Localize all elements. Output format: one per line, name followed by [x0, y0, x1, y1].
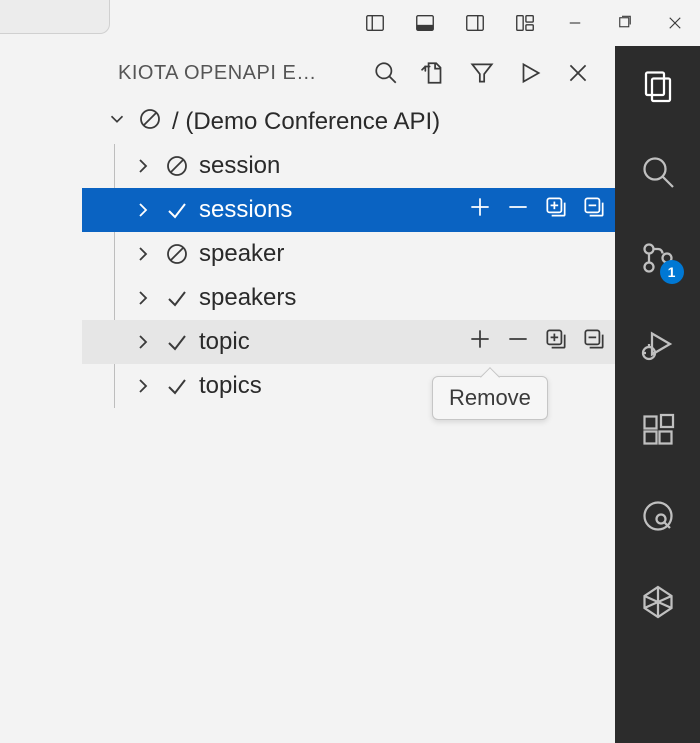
tree-row-label: session: [199, 152, 280, 180]
check-icon: [165, 198, 189, 222]
layout-panel-right-icon[interactable]: [450, 0, 500, 46]
activity-bar: 1: [615, 46, 700, 743]
tree-row-label: topics: [199, 372, 262, 400]
tree-row[interactable]: topic: [115, 320, 615, 364]
chevron-down-icon: [106, 108, 128, 137]
tree-root-row[interactable]: / (Demo Conference API): [82, 100, 615, 144]
remove-action-icon[interactable]: [505, 326, 531, 359]
titlebar-tab-stub: [0, 0, 110, 34]
chevron-right-icon: [131, 374, 155, 398]
chevron-right-icon: [131, 286, 155, 310]
remote-activity-icon[interactable]: [638, 496, 678, 536]
window-maximize-button[interactable]: [600, 0, 650, 46]
filter-icon[interactable]: [467, 58, 497, 88]
chevron-right-icon: [131, 154, 155, 178]
go-to-file-icon[interactable]: [419, 58, 449, 88]
source-control-badge: 1: [660, 260, 684, 284]
add-action-icon[interactable]: [467, 326, 493, 359]
search-activity-icon[interactable]: [638, 152, 678, 192]
chevron-right-icon: [131, 330, 155, 354]
left-gutter: [0, 46, 82, 743]
source-control-activity-icon[interactable]: 1: [638, 238, 678, 278]
tree-row-label: topic: [199, 328, 250, 356]
excluded-icon: [138, 107, 162, 138]
panel-header: KIOTA OPENAPI EX…: [82, 46, 615, 100]
search-icon[interactable]: [371, 58, 401, 88]
window-minimize-button[interactable]: [550, 0, 600, 46]
remove-all-action-icon[interactable]: [581, 194, 607, 227]
panel-title: KIOTA OPENAPI EX…: [118, 62, 318, 85]
window-titlebar: [0, 0, 700, 46]
tree-row-label: speaker: [199, 240, 284, 268]
chevron-right-icon: [131, 242, 155, 266]
add-all-action-icon[interactable]: [543, 194, 569, 227]
kiota-explorer-panel: KIOTA OPENAPI EX…: [82, 46, 615, 743]
add-action-icon[interactable]: [467, 194, 493, 227]
layout-panel-bottom-icon[interactable]: [400, 0, 450, 46]
check-icon: [165, 330, 189, 354]
tree-row-label: sessions: [199, 196, 292, 224]
tooltip-text: Remove: [449, 385, 531, 410]
extensions-activity-icon[interactable]: [638, 410, 678, 450]
check-icon: [165, 374, 189, 398]
api-tree: / (Demo Conference API) session sessions s…: [82, 100, 615, 408]
run-debug-activity-icon[interactable]: [638, 324, 678, 364]
tree-row[interactable]: speaker: [115, 232, 615, 276]
excluded-icon: [165, 154, 189, 178]
explorer-activity-icon[interactable]: [638, 66, 678, 106]
window-close-button[interactable]: [650, 0, 700, 46]
generate-icon[interactable]: [515, 58, 545, 88]
remove-action-icon[interactable]: [505, 194, 531, 227]
chevron-right-icon: [131, 198, 155, 222]
tree-row[interactable]: speakers: [115, 276, 615, 320]
remove-tooltip: Remove: [432, 376, 548, 420]
check-icon: [165, 286, 189, 310]
layout-panel-left-icon[interactable]: [350, 0, 400, 46]
remove-all-action-icon[interactable]: [581, 326, 607, 359]
tree-root-label: / (Demo Conference API): [172, 108, 440, 136]
add-all-action-icon[interactable]: [543, 326, 569, 359]
excluded-icon: [165, 242, 189, 266]
tree-row[interactable]: session: [115, 144, 615, 188]
tree-row-label: speakers: [199, 284, 296, 312]
kiota-activity-icon[interactable]: [638, 582, 678, 622]
close-panel-icon[interactable]: [563, 58, 593, 88]
tree-row[interactable]: sessions: [115, 188, 615, 232]
customize-layout-icon[interactable]: [500, 0, 550, 46]
